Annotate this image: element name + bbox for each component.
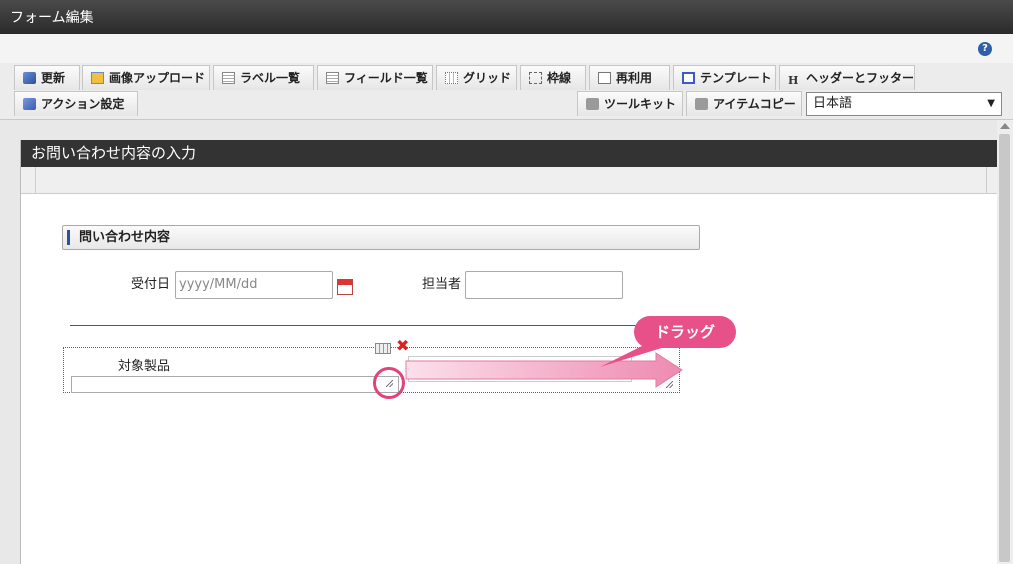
template-label: テンプレート <box>700 71 772 85</box>
reuse-button[interactable]: 再利用 <box>589 65 670 90</box>
help-bar: ? <box>0 34 1013 64</box>
toolkit-button[interactable]: ツールキット <box>577 91 683 116</box>
received-date-label: 受付日 <box>131 277 171 292</box>
item-copy-label: アイテムコピー <box>713 97 796 111</box>
list-icon <box>222 72 235 84</box>
vertical-scrollbar[interactable] <box>997 120 1013 564</box>
section-title: 問い合わせ内容 <box>79 230 171 245</box>
divider <box>35 167 36 194</box>
grid-label: グリッド <box>463 71 512 85</box>
reuse-label: 再利用 <box>616 71 653 85</box>
received-date-placeholder: yyyy/MM/dd <box>179 277 258 292</box>
frame-icon <box>529 72 542 84</box>
toolkit-label: ツールキット <box>604 97 677 111</box>
image-icon <box>91 72 104 84</box>
frame-label: 枠線 <box>547 71 572 85</box>
calendar-icon[interactable] <box>337 279 353 295</box>
drag-annotation: ドラッグ <box>405 316 736 388</box>
grid-icon <box>445 72 458 84</box>
panel-subheader <box>21 167 997 194</box>
header-footer-button[interactable]: H ヘッダーとフッター <box>779 65 915 90</box>
assignee-label: 担当者 <box>422 277 462 292</box>
section-header[interactable]: 問い合わせ内容 <box>62 225 700 250</box>
refresh-label: 更新 <box>41 71 66 85</box>
window-title: フォーム編集 <box>10 10 94 26</box>
header-footer-label: ヘッダーとフッター <box>806 71 915 85</box>
image-upload-label: 画像アップロード <box>109 71 206 85</box>
item-copy-button[interactable]: アイテムコピー <box>686 91 802 116</box>
language-value: 日本語 <box>813 96 853 111</box>
drag-arrow <box>405 352 683 388</box>
target-product-label: 対象製品 <box>118 359 171 374</box>
page-title: お問い合わせ内容の入力 <box>21 140 997 167</box>
h-icon: H <box>788 74 799 87</box>
divider <box>986 167 987 194</box>
scroll-thumb[interactable] <box>999 134 1010 562</box>
image-upload-button[interactable]: 画像アップロード <box>82 65 210 90</box>
label-list-label: ラベル一覧 <box>240 71 301 85</box>
toolbox-icon <box>695 98 708 110</box>
action-settings-button[interactable]: アクション設定 <box>14 91 138 116</box>
label-list-button[interactable]: ラベル一覧 <box>213 65 314 90</box>
chevron-down-icon: ▼ <box>987 98 995 109</box>
toolbox-icon <box>586 98 599 110</box>
template-icon <box>682 72 695 84</box>
template-button[interactable]: テンプレート <box>673 65 776 90</box>
field-list-label: フィールド一覧 <box>344 71 428 85</box>
window-titlebar: フォーム編集 <box>0 0 1013 34</box>
assignee-input[interactable] <box>465 271 623 299</box>
frame-button[interactable]: 枠線 <box>520 65 586 90</box>
refresh-button[interactable]: 更新 <box>14 65 80 90</box>
help-icon[interactable]: ? <box>978 42 992 56</box>
grid-button[interactable]: グリッド <box>436 65 517 90</box>
document-icon <box>598 72 611 84</box>
action-settings-label: アクション設定 <box>41 97 125 111</box>
callout-text: ドラッグ <box>655 323 715 341</box>
grid-icon[interactable] <box>375 343 391 354</box>
action-icon <box>23 98 36 110</box>
language-select[interactable]: 日本語 ▼ <box>806 92 1002 116</box>
refresh-icon <box>23 72 36 84</box>
field-list-button[interactable]: フィールド一覧 <box>317 65 433 90</box>
scroll-up-icon[interactable] <box>1000 123 1010 129</box>
list-icon <box>326 72 339 84</box>
target-product-input[interactable] <box>71 376 399 393</box>
received-date-input[interactable]: yyyy/MM/dd <box>175 271 333 299</box>
